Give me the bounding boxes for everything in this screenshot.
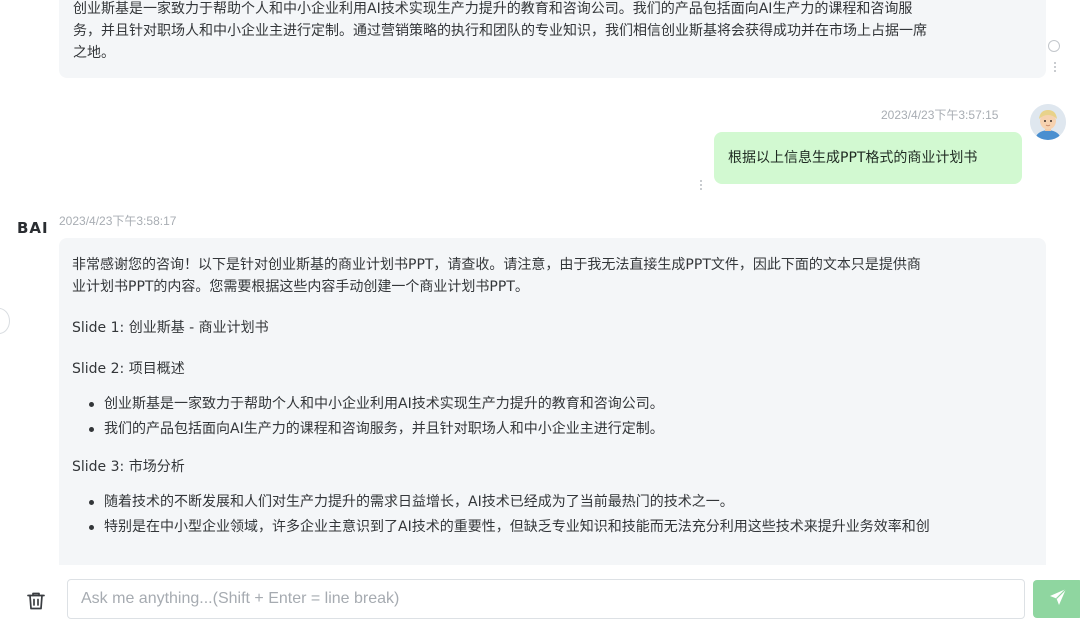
- list-item: 特别是在中小型企业领域，许多企业主意识到了AI技术的重要性，但缺乏专业知识和技能…: [72, 516, 1033, 538]
- message-text-line: 非常感谢您的咨询！以下是针对创业斯基的商业计划书PPT，请查收。请注意，由于我无…: [72, 257, 921, 273]
- bullet-list: 创业斯基是一家致力于帮助个人和中小企业利用AI技术实现生产力提升的教育和咨询公司…: [72, 393, 1033, 440]
- trash-icon[interactable]: [24, 589, 48, 613]
- slide-heading: Slide 1: 创业斯基 - 商业计划书: [72, 320, 269, 336]
- message-text-line: 业计划书PPT的内容。您需要根据这些内容手动创建一个商业计划书PPT。: [72, 279, 529, 295]
- ai-message-bubble: 创业斯基是一家致力于帮助个人和中小企业利用AI技术实现生产力提升的教育和咨询公司…: [59, 0, 1046, 78]
- message-paragraph: 非常感谢您的咨询！以下是针对创业斯基的商业计划书PPT，请查收。请注意，由于我无…: [72, 254, 1033, 298]
- message-text-line: 之地。: [73, 45, 115, 61]
- more-options-icon[interactable]: [700, 180, 702, 190]
- send-icon: [1048, 587, 1068, 611]
- list-item: 创业斯基是一家致力于帮助个人和中小企业利用AI技术实现生产力提升的教育和咨询公司…: [72, 393, 1033, 415]
- slide-heading: Slide 3: 市场分析: [72, 459, 185, 475]
- slide-heading: Slide 2: 项目概述: [72, 361, 185, 377]
- chat-area[interactable]: 创业斯基是一家致力于帮助个人和中小企业利用AI技术实现生产力提升的教育和咨询公司…: [0, 0, 1080, 565]
- ai-message-bubble: 非常感谢您的咨询！以下是针对创业斯基的商业计划书PPT，请查收。请注意，由于我无…: [59, 238, 1046, 565]
- bullet-list: 随着技术的不断发展和人们对生产力提升的需求日益增长，AI技术已经成为了当前最热门…: [72, 491, 1033, 538]
- loading-icon: [1048, 40, 1060, 52]
- chat-input[interactable]: Ask me anything...(Shift + Enter = line …: [67, 579, 1025, 619]
- input-placeholder: Ask me anything...(Shift + Enter = line …: [81, 590, 400, 607]
- ai-logo: BAI: [17, 219, 49, 237]
- list-item: 随着技术的不断发展和人们对生产力提升的需求日益增长，AI技术已经成为了当前最热门…: [72, 491, 1033, 513]
- send-button[interactable]: [1033, 580, 1080, 618]
- message-text-line: 创业斯基是一家致力于帮助个人和中小企业利用AI技术实现生产力提升的教育和咨询公司…: [73, 1, 913, 17]
- message-timestamp: 2023/4/23下午3:58:17: [59, 214, 177, 228]
- message-text-line: 务，并且针对职场人和中小企业主进行定制。通过营销策略的执行和团队的专业知识，我们…: [73, 23, 927, 39]
- message-timestamp: 2023/4/23下午3:57:15: [881, 108, 999, 122]
- list-item: 我们的产品包括面向AI生产力的课程和咨询服务，并且针对职场人和中小企业主进行定制…: [72, 418, 1033, 440]
- message-actions: [1048, 40, 1062, 72]
- more-options-icon[interactable]: [1048, 62, 1062, 72]
- user-message-bubble: 根据以上信息生成PPT格式的商业计划书: [714, 132, 1022, 184]
- collapse-handle-icon[interactable]: [0, 308, 10, 334]
- user-avatar-icon: [1030, 104, 1066, 140]
